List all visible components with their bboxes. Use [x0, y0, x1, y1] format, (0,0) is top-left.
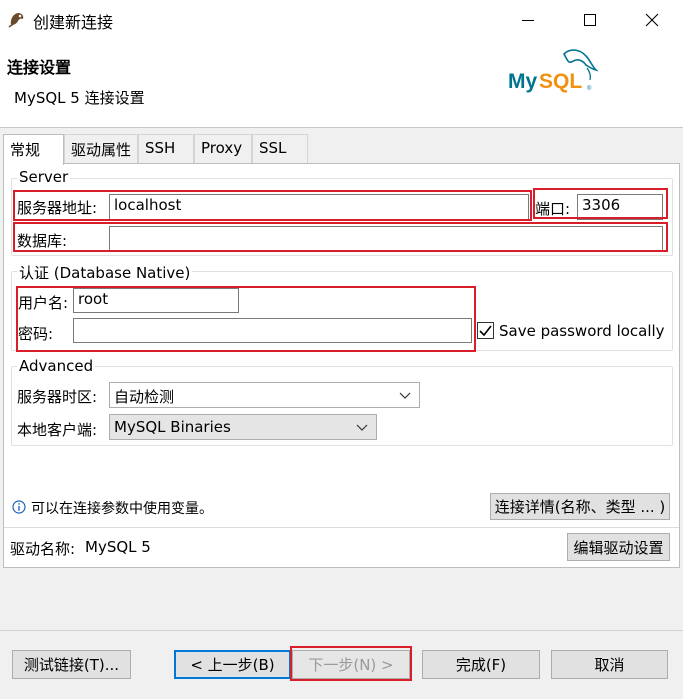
server-legend: Server: [17, 168, 71, 186]
app-dbeaver-icon: [8, 13, 24, 28]
host-label: 服务器地址:: [17, 199, 98, 217]
tab-ssh[interactable]: SSH: [138, 134, 194, 164]
page-subtitle: MySQL 5 连接设置: [14, 89, 145, 107]
timezone-select[interactable]: 自动检测: [109, 382, 420, 408]
panel-divider: [4, 527, 679, 528]
minimize-icon: [522, 20, 534, 21]
chevron-down-icon: [356, 424, 368, 431]
tab-proxy[interactable]: Proxy: [194, 134, 252, 164]
auth-legend: 认证 (Database Native): [17, 262, 193, 283]
maximize-icon: [584, 14, 596, 26]
connection-details-button[interactable]: 连接详情(名称、类型 ... ): [490, 493, 670, 520]
client-label: 本地客户端:: [17, 421, 98, 439]
tab-driver-properties[interactable]: 驱动属性: [64, 134, 138, 164]
driver-name-value: MySQL 5: [85, 538, 151, 556]
general-panel: Server 服务器地址: localhost 端口: 3306 数据库: 认证…: [3, 163, 680, 568]
advanced-legend: Advanced: [17, 357, 96, 375]
tab-general[interactable]: 常规: [3, 134, 64, 165]
save-password-label: Save password locally: [499, 322, 665, 340]
password-input[interactable]: [73, 318, 472, 343]
maximize-button[interactable]: [559, 0, 621, 40]
chevron-down-icon: [399, 392, 411, 399]
password-label: 密码:: [18, 325, 54, 343]
username-label: 用户名:: [18, 294, 69, 312]
mysql-logo-tm: ®: [587, 85, 592, 92]
client-select[interactable]: MySQL Binaries: [109, 414, 377, 440]
port-input[interactable]: 3306: [577, 194, 663, 220]
port-label: 端口:: [535, 200, 571, 218]
minimize-button[interactable]: [497, 0, 559, 40]
client-value: MySQL Binaries: [114, 418, 231, 436]
database-label: 数据库:: [17, 232, 68, 250]
tab-ssl[interactable]: SSL: [252, 134, 308, 164]
edit-driver-button[interactable]: 编辑驱动设置: [567, 533, 670, 561]
footer-divider: [0, 630, 683, 631]
host-input[interactable]: localhost: [109, 194, 529, 220]
page-title: 连接设置: [7, 58, 72, 77]
save-password-checkbox[interactable]: [477, 322, 494, 339]
finish-button[interactable]: 完成(F): [422, 650, 540, 679]
back-button[interactable]: < 上一步(B): [174, 650, 291, 679]
close-button[interactable]: [621, 0, 683, 40]
database-input[interactable]: [109, 226, 663, 252]
info-icon: [12, 500, 26, 514]
info-text: 可以在连接参数中使用变量。: [31, 501, 213, 517]
checkmark-icon: [479, 325, 492, 337]
timezone-label: 服务器时区:: [17, 388, 98, 406]
timezone-value: 自动检测: [114, 388, 175, 406]
driver-name-label: 驱动名称:: [10, 540, 76, 558]
test-connection-button[interactable]: 测试链接(T)...: [12, 650, 131, 679]
cancel-button[interactable]: 取消: [551, 650, 668, 679]
mysql-logo: My SQL ®: [508, 49, 599, 93]
mysql-logo-sql: SQL: [539, 70, 582, 93]
username-input[interactable]: root: [73, 288, 239, 313]
mysql-logo-my: My: [508, 70, 537, 93]
window-title: 创建新连接: [33, 13, 114, 32]
next-button[interactable]: 下一步(N) >: [292, 650, 410, 679]
close-icon: [645, 13, 659, 27]
